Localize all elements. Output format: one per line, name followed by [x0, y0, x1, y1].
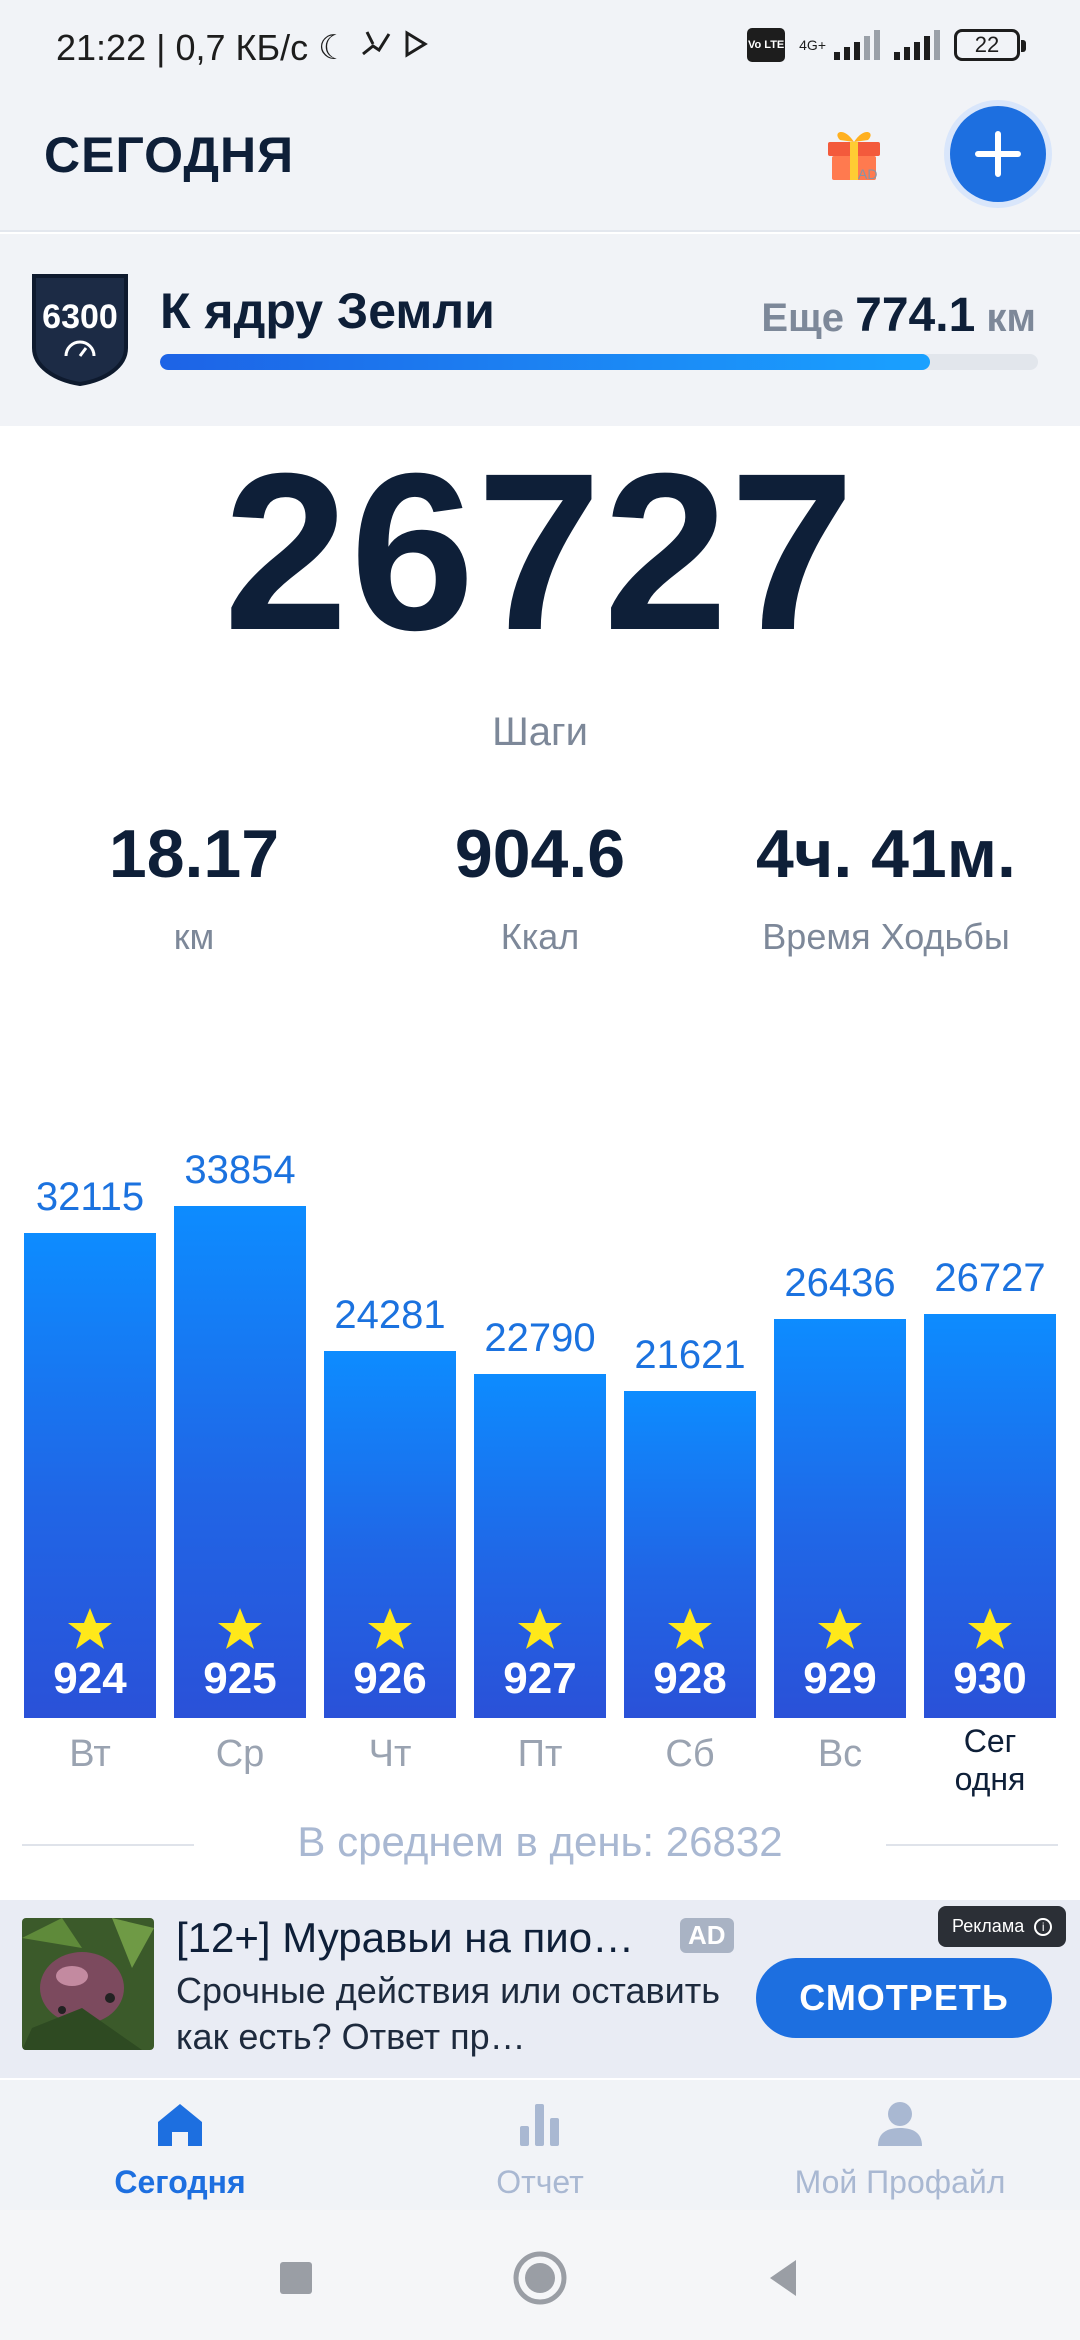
star-icon [218, 1608, 262, 1649]
recents-icon[interactable] [266, 2248, 326, 2308]
daily-average-text: В среднем в день: 26832 [297, 1818, 783, 1865]
goal-remaining-value: 774.1 [855, 289, 976, 342]
home-icon [158, 2104, 202, 2146]
bar-day-number: 927 [503, 1654, 577, 1703]
goal-name: К ядру Земли [160, 283, 495, 339]
ad-marker[interactable]: Реклама i [938, 1906, 1067, 1947]
tab-report-label: Отчет [496, 2164, 584, 2200]
page-title: СЕГОДНЯ [44, 127, 295, 183]
bar-value-label: 21621 [634, 1333, 746, 1377]
stat-distance-value: 18.17 [108, 816, 280, 892]
stat-calories-label: Ккал [500, 916, 580, 957]
ad-banner[interactable]: [12+] Муравьи на пио… AD Срочные действи… [0, 1900, 1080, 2078]
chart-bar-group[interactable]: 21621 928 Сб [624, 1040, 756, 1800]
bar-day-label: Вс [817, 1733, 863, 1775]
signal-icon-sim1 [834, 30, 880, 60]
chart-bar-group[interactable]: 22790 927 Пт [474, 1040, 606, 1800]
stat-walk-time-label: Время Ходьбы [762, 916, 1010, 957]
bar-day-label: Вт [69, 1733, 111, 1775]
bottom-tab-bar: Сегодня Отчет Мой Профайл [0, 2080, 1080, 2210]
ad-description[interactable]: Срочные действия или оставить как есть? … [176, 1968, 736, 2060]
bar-day-number: 925 [203, 1654, 277, 1703]
stat-distance: 18.17 км [14, 820, 374, 958]
status-left: 21:22 | 0,7 КБ/с ☾ [56, 26, 429, 69]
tab-today-label: Сегодня [114, 2164, 246, 2200]
bar-day-number: 928 [653, 1654, 727, 1703]
stat-calories-value: 904.6 [454, 816, 626, 892]
steps-count: 26727 [223, 427, 857, 677]
add-button[interactable] [950, 106, 1046, 202]
back-icon[interactable] [754, 2248, 814, 2308]
battery-icon: 22 [954, 29, 1026, 61]
goal-progress-bar [160, 354, 1038, 370]
status-right: Vo LTE 4G+ 22 [747, 28, 1026, 62]
ad-thumbnail[interactable] [22, 1918, 154, 2050]
bar-day-label: Ср [215, 1733, 265, 1775]
chart-bar-group[interactable]: 24281 926 Чт [324, 1040, 456, 1800]
chart-bar-group[interactable]: 26436 929 Вс [774, 1040, 906, 1800]
goal-remaining: Еще 774.1 км [761, 288, 1036, 343]
signal-icon-sim2 [894, 30, 940, 60]
chart-bar-group[interactable]: 33854 925 Ср [174, 1040, 306, 1800]
profile-icon [878, 2102, 922, 2146]
app-header: СЕГОДНЯ AD [0, 96, 1080, 232]
star-icon [68, 1608, 112, 1649]
tab-today[interactable]: Сегодня [0, 2080, 360, 2210]
bar-day-label: Пт [517, 1733, 563, 1775]
bar-day-number: 924 [53, 1654, 127, 1703]
tab-profile-label: Мой Профайл [794, 2164, 1006, 2200]
info-icon: i [1034, 1917, 1053, 1936]
bar-chart-icon [520, 2104, 559, 2146]
bar-value-label: 26727 [934, 1256, 1046, 1300]
chart-bar-group[interactable]: 32115 924 Вт [24, 1040, 156, 1800]
weekly-steps-chart: 32115 924 Вт 33854 925 Ср 24281 926 Чт 22790 927 Пт… [0, 1040, 1080, 1800]
home-button-icon[interactable] [510, 2248, 570, 2308]
star-icon [818, 1608, 862, 1649]
bar-day-label: Сег одня [954, 1723, 1026, 1798]
bar-day-label: Сб [665, 1733, 715, 1775]
ad-tag: AD [680, 1918, 734, 1953]
status-bar: 21:22 | 0,7 КБ/с ☾ Vo LTE 4G+ 22 [0, 0, 1080, 96]
stat-walk-time-value: 4ч. 41м. [756, 816, 1016, 892]
goal-progress-fill [160, 354, 930, 370]
network-type: 4G+ [799, 37, 826, 53]
star-icon [518, 1608, 562, 1649]
goal-remaining-prefix: Еще [761, 296, 845, 340]
star-icon [968, 1608, 1012, 1649]
steps-label: Шаги [492, 710, 588, 754]
stat-walk-time: 4ч. 41м. Время Ходьбы [706, 820, 1066, 958]
stat-distance-label: км [173, 916, 215, 957]
ad-watch-button[interactable]: СМОТРЕТЬ [756, 1958, 1052, 2038]
chart-bar-group[interactable]: 26727 930 Сег одня [924, 1040, 1056, 1800]
tab-report[interactable]: Отчет [360, 2080, 720, 2210]
play-store-icon [403, 28, 429, 67]
tab-profile[interactable]: Мой Профайл [720, 2080, 1080, 2210]
star-icon [368, 1608, 412, 1649]
avg-divider-right [886, 1844, 1058, 1846]
stat-calories: 904.6 Ккал [360, 820, 720, 958]
star-icon [668, 1608, 712, 1649]
bar-day-number: 926 [353, 1654, 427, 1703]
goal-remaining-unit: км [986, 296, 1036, 340]
moon-icon: ☾ [318, 28, 349, 67]
bar-day-number: 930 [953, 1654, 1027, 1703]
bar-day-label: Чт [368, 1733, 412, 1775]
system-nav-bar [0, 2210, 1080, 2340]
goal-card[interactable]: 6300 К ядру Земли Еще 774.1 км [0, 234, 1080, 426]
ad-title[interactable]: [12+] Муравьи на пио… [176, 1914, 634, 1962]
plus-icon [975, 131, 1021, 177]
volte-icon: Vo LTE [747, 28, 786, 62]
goal-badge-number: 6300 [42, 298, 118, 336]
bar-day-number: 929 [803, 1654, 877, 1703]
status-time-speed: 21:22 | 0,7 КБ/с [56, 26, 309, 68]
bar-value-label: 33854 [184, 1148, 296, 1192]
ad-marker-label: Реклама [952, 1916, 1025, 1936]
daily-average: В среднем в день: 26832 [0, 1818, 1080, 1870]
gift-ad-label: AD [858, 166, 878, 182]
app-notification-icon [359, 26, 393, 69]
goal-badge-icon: 6300 [32, 274, 128, 386]
